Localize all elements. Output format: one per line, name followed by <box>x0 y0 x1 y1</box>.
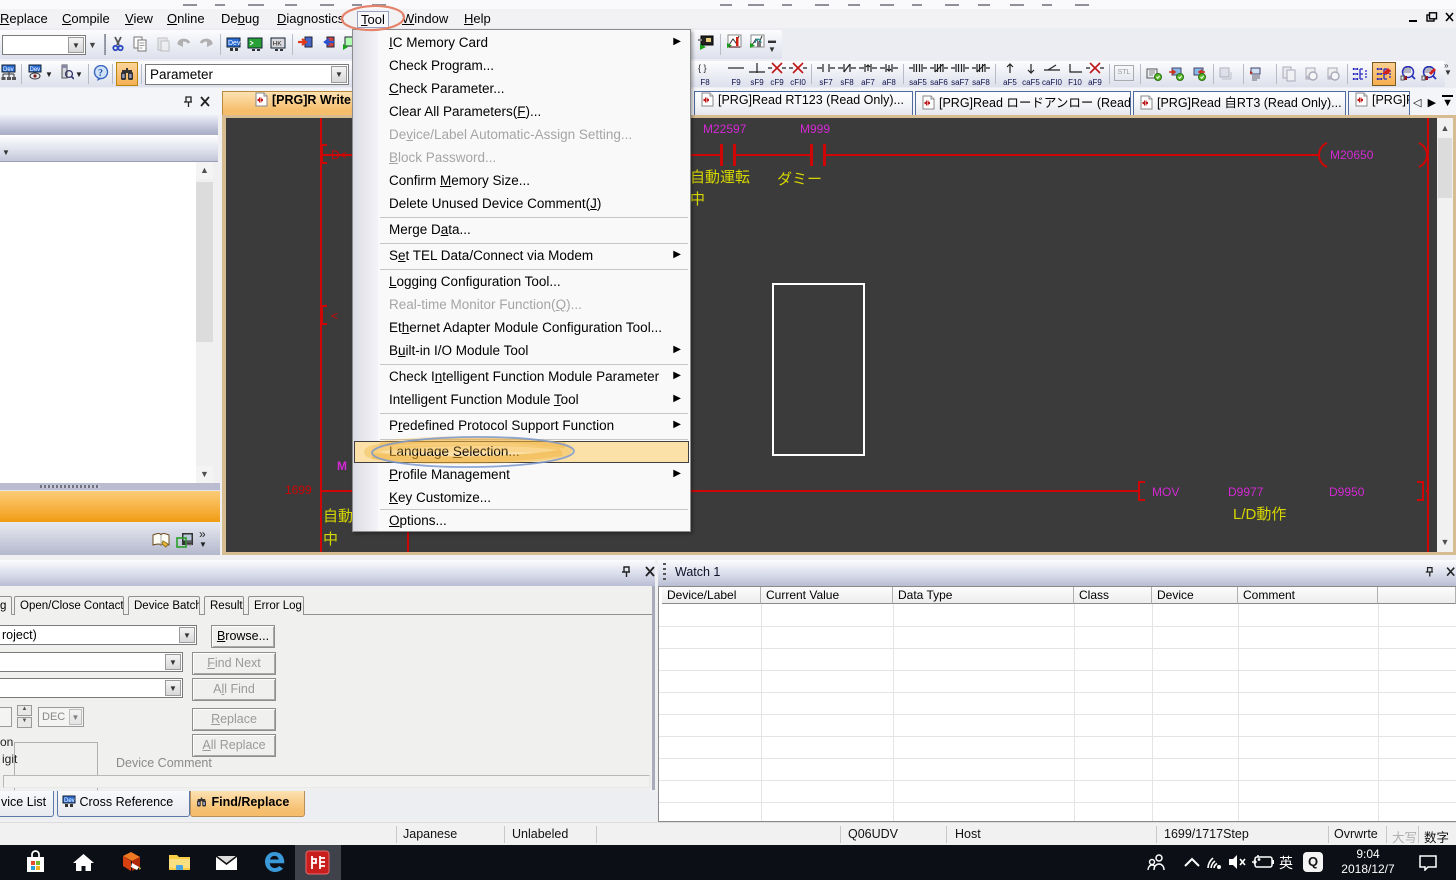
svg-text:自動: 自動 <box>323 508 353 525</box>
svg-text:M: M <box>337 459 347 473</box>
svg-text:Dev: Dev <box>228 40 241 47</box>
svg-text:MOV: MOV <box>1152 485 1179 499</box>
svg-text:中: 中 <box>690 191 705 208</box>
svg-text:{ }: { } <box>698 63 707 73</box>
svg-text:ダミー: ダミー <box>777 171 822 188</box>
svg-text:中: 中 <box>323 531 338 548</box>
svg-text:1699: 1699 <box>285 483 312 497</box>
svg-text:D<: D< <box>331 148 347 162</box>
svg-text:L/D動作: L/D動作 <box>1233 506 1286 523</box>
svg-text:M20650: M20650 <box>1330 148 1374 162</box>
svg-text:Dev: Dev <box>30 67 41 73</box>
svg-text:D9950: D9950 <box>1329 485 1365 499</box>
svg-text:HK: HK <box>273 41 283 48</box>
svg-text:D9977: D9977 <box>1228 485 1264 499</box>
svg-text:<: < <box>331 309 338 323</box>
svg-text:自動運転: 自動運転 <box>690 169 750 186</box>
svg-text:Dev: Dev <box>3 67 14 73</box>
svg-text:M22597: M22597 <box>703 122 747 136</box>
svg-text:Dev: Dev <box>64 798 75 804</box>
svg-text:?: ? <box>98 68 103 79</box>
svg-text:M999: M999 <box>800 122 830 136</box>
